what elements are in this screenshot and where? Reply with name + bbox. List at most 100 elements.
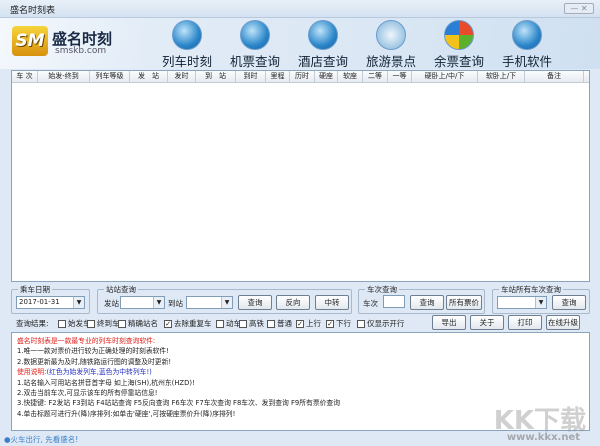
chevron-down-icon: ▼ <box>221 297 232 308</box>
to-station-select[interactable]: ▼ <box>186 296 233 309</box>
nav-hotel[interactable]: 酒店查询 <box>288 18 358 69</box>
checkbox-icon[interactable] <box>216 319 224 328</box>
station-query-button[interactable]: 查询 <box>238 295 272 310</box>
checkbox-label: 精确站名 <box>128 319 158 328</box>
title-bar: 盛名时刻表 — ✕ <box>0 0 600 18</box>
filter-checkbox[interactable]: 精确站名 <box>118 318 158 329</box>
windows-icon <box>444 20 474 50</box>
chevron-down-icon: ▼ <box>73 297 84 308</box>
filter-checkbox[interactable]: 仅显示开行 <box>357 318 405 329</box>
reverse-button[interactable]: 反向 <box>276 295 310 310</box>
filter-checkbox[interactable]: 始发车 <box>58 318 91 329</box>
checkbox-icon[interactable] <box>118 319 126 328</box>
col-class[interactable]: 列车等级 <box>90 71 130 82</box>
from-station-select[interactable]: ▼ <box>120 296 165 309</box>
col-soft-sleeper[interactable]: 软卧上/下 <box>478 71 525 82</box>
results-table[interactable]: 车 次 始发-终到 列车等级 发 站 发时 到 站 到时 里程 历时 硬座 软座… <box>11 70 590 282</box>
train-query-button[interactable]: 查询 <box>410 295 444 310</box>
checkbox-label: 下行 <box>336 319 351 328</box>
col-soft-seat[interactable]: 软座 <box>338 71 363 82</box>
checkbox-icon[interactable] <box>87 319 95 328</box>
filter-checkbox[interactable]: 动车 <box>216 318 241 329</box>
col-hard-seat[interactable]: 硬座 <box>315 71 338 82</box>
col-to[interactable]: 到 站 <box>196 71 236 82</box>
train-icon <box>172 20 202 50</box>
window-title: 盛名时刻表 <box>10 6 56 16</box>
checkbox-label: 上行 <box>306 319 321 328</box>
checkbox-icon[interactable] <box>357 319 365 328</box>
group-label: 站站查询 <box>104 284 138 295</box>
upgrade-button[interactable]: 在线升级 <box>546 315 580 330</box>
filter-checkbox[interactable]: 终到车 <box>87 318 120 329</box>
checkbox-icon[interactable] <box>58 319 66 328</box>
col-duration[interactable]: 历时 <box>290 71 315 82</box>
about-button[interactable]: 关于 <box>470 315 504 330</box>
logo-url: smskb.com <box>55 46 107 56</box>
info-line: 1.唯一一款对票价进行较为正确处理的时刻表软件! <box>17 347 169 356</box>
nav-mobile[interactable]: 手机软件 <box>492 18 562 69</box>
info-line: 1.站名输入可用站名拼音首字母 如上海(SH),杭州东(HZD)! <box>17 378 195 387</box>
col-remarks[interactable]: 备注 <box>525 71 584 82</box>
print-button[interactable]: 打印 <box>508 315 542 330</box>
chevron-down-icon: ▼ <box>153 297 164 308</box>
group-label: 车次查询 <box>365 284 399 295</box>
table-header: 车 次 始发-终到 列车等级 发 站 发时 到 站 到时 里程 历时 硬座 软座… <box>12 71 589 83</box>
export-button[interactable]: 导出 <box>432 315 466 330</box>
col-distance[interactable]: 里程 <box>266 71 290 82</box>
checkbox-icon[interactable]: ✓ <box>164 319 172 328</box>
station-all-trains-group: 车站所有车次查询 ▼ 查询 <box>492 284 590 314</box>
nav-train-schedule[interactable]: 列车时刻 <box>152 18 222 69</box>
checkbox-icon[interactable]: ✓ <box>326 319 334 328</box>
to-label: 到站 <box>168 299 183 308</box>
station-select[interactable]: ▼ <box>497 296 547 309</box>
nav-label: 旅游景点 <box>365 54 416 69</box>
header-banner: SM 盛名时刻 smskb.com 列车时刻 机票查询 酒店查询 旅游景点 余票… <box>0 18 600 69</box>
transfer-button[interactable]: 中转 <box>315 295 349 310</box>
group-label: 乘车日期 <box>18 284 52 295</box>
nav-tickets[interactable]: 余票查询 <box>424 18 494 69</box>
all-prices-button[interactable]: 所有票价 <box>446 295 482 310</box>
filter-checkbox[interactable]: 高铁 <box>239 318 264 329</box>
nav-label: 列车时刻 <box>161 54 212 69</box>
date-picker[interactable]: 2017-01-31 ▼ <box>16 296 85 309</box>
window-controls[interactable]: — ✕ <box>564 3 594 14</box>
train-label: 车次 <box>363 299 378 308</box>
nav-label: 手机软件 <box>501 54 552 69</box>
col-arrive[interactable]: 到时 <box>236 71 266 82</box>
checkbox-label: 去除重复车 <box>174 319 212 328</box>
date-group: 乘车日期 2017-01-31 ▼ <box>11 284 90 314</box>
checkbox-icon[interactable] <box>239 319 247 328</box>
info-line: 2.数据更新最为及时,随铁路运行图的调整及时更新! <box>17 357 172 366</box>
filter-checkbox[interactable]: ✓ 下行 <box>326 318 351 329</box>
nav-flight[interactable]: 机票查询 <box>220 18 290 69</box>
scenery-icon <box>376 20 406 50</box>
checkbox-label: 高铁 <box>249 319 264 328</box>
chevron-down-icon: ▼ <box>535 297 546 308</box>
col-route[interactable]: 始发-终到 <box>38 71 90 82</box>
filter-checkbox[interactable]: ✓ 去除重复车 <box>164 318 212 329</box>
group-label: 车站所有车次查询 <box>499 284 563 295</box>
watermark-url: www.kkx.net <box>506 432 580 443</box>
usage-note: (红色为始发列车,蓝色为中转列车!) <box>46 368 152 377</box>
checkbox-label: 普通 <box>277 319 292 328</box>
nav-label: 余票查询 <box>433 54 484 69</box>
train-number-input[interactable] <box>383 295 405 308</box>
hotel-icon <box>308 20 338 50</box>
col-hard-sleeper[interactable]: 硬卧上/中/下 <box>412 71 478 82</box>
filter-checkbox[interactable]: ✓ 上行 <box>296 318 321 329</box>
col-second-class[interactable]: 二等 <box>363 71 388 82</box>
info-intro: 盛名时刻表是一款最专业的列车时刻查询软件: <box>17 337 156 345</box>
from-label: 发站 <box>104 299 119 308</box>
nav-travel[interactable]: 旅游景点 <box>356 18 426 69</box>
filter-checkbox[interactable]: 普通 <box>267 318 292 329</box>
plane-icon <box>240 20 270 50</box>
nav-label: 酒店查询 <box>297 54 348 69</box>
col-train[interactable]: 车 次 <box>12 71 38 82</box>
col-first-class[interactable]: 一等 <box>388 71 412 82</box>
checkbox-icon[interactable] <box>267 319 275 328</box>
col-depart[interactable]: 发时 <box>168 71 196 82</box>
col-from[interactable]: 发 站 <box>130 71 168 82</box>
station-all-query-button[interactable]: 查询 <box>552 295 586 310</box>
info-line: 2.双击当前车次,可显示该车的所有停靠站信息! <box>17 389 158 398</box>
checkbox-icon[interactable]: ✓ <box>296 319 304 328</box>
